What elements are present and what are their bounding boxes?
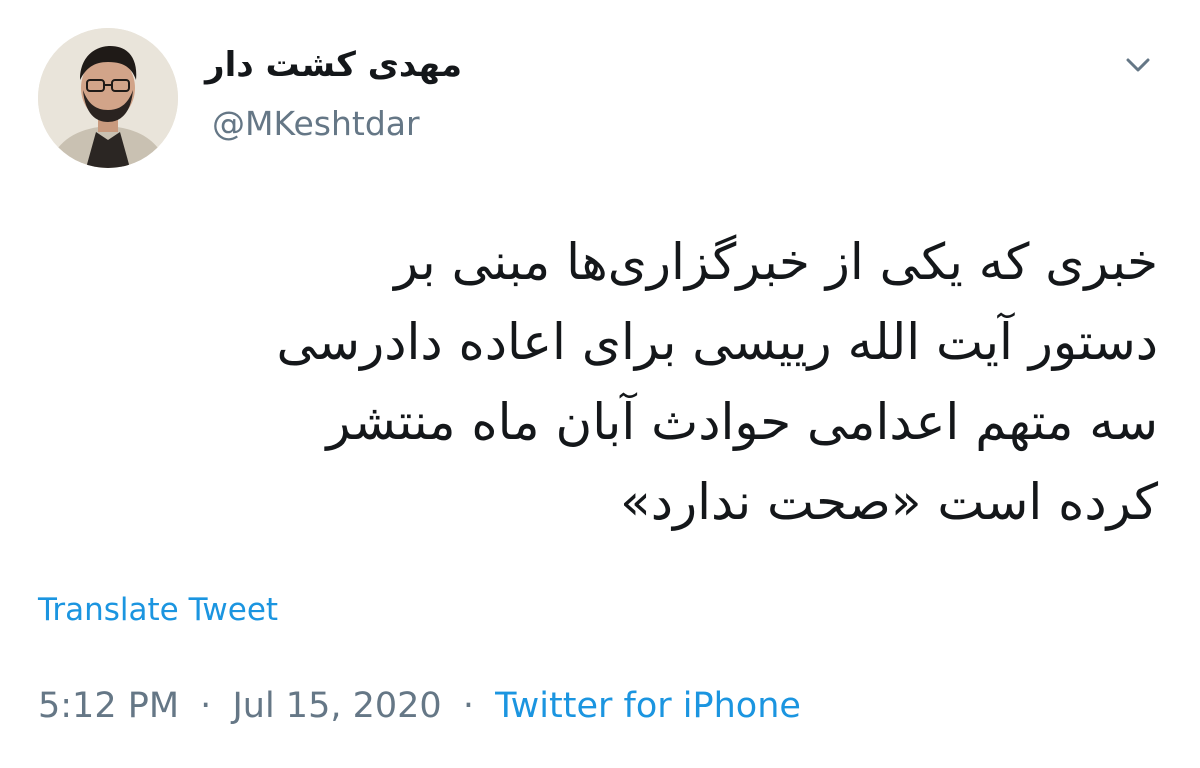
tweet-time[interactable]: 5:12 PM bbox=[38, 686, 179, 726]
tweet-metadata: 5:12 PM · Jul 15, 2020 · Twitter for iPh… bbox=[38, 683, 801, 729]
tweet-menu-button[interactable] bbox=[1118, 50, 1158, 80]
meta-separator: · bbox=[462, 686, 474, 726]
avatar[interactable] bbox=[38, 28, 178, 168]
tweet-text-line: خبری که یکی از خبرگزاری‌ها مبنی بر bbox=[394, 233, 1158, 291]
display-name-container: مهدی کشت دار bbox=[205, 40, 495, 90]
profile-photo-icon bbox=[38, 28, 178, 168]
tweet-text-line: کرده است «صحت ندارد» bbox=[620, 473, 1158, 531]
tweet-card: مهدی کشت دار @MKeshtdar خبری که یکی از خ… bbox=[0, 0, 1200, 768]
tweet-text-line: سه متهم اعدامی حوادث آبان ماه منتشر bbox=[326, 393, 1158, 451]
tweet-date[interactable]: Jul 15, 2020 bbox=[232, 686, 441, 726]
display-name[interactable]: مهدی کشت دار bbox=[205, 40, 462, 90]
tweet-source-link[interactable]: Twitter for iPhone bbox=[495, 686, 801, 726]
chevron-down-icon bbox=[1126, 58, 1150, 72]
meta-separator: · bbox=[200, 686, 212, 726]
tweet-text-line: دستور آیت الله رییسی برای اعاده دادرسی bbox=[276, 313, 1159, 371]
tweet-text: خبری که یکی از خبرگزاری‌ها مبنی بر دستور… bbox=[48, 222, 1159, 542]
translate-tweet-link[interactable]: Translate Tweet bbox=[38, 590, 278, 630]
user-handle[interactable]: @MKeshtdar bbox=[212, 102, 420, 146]
